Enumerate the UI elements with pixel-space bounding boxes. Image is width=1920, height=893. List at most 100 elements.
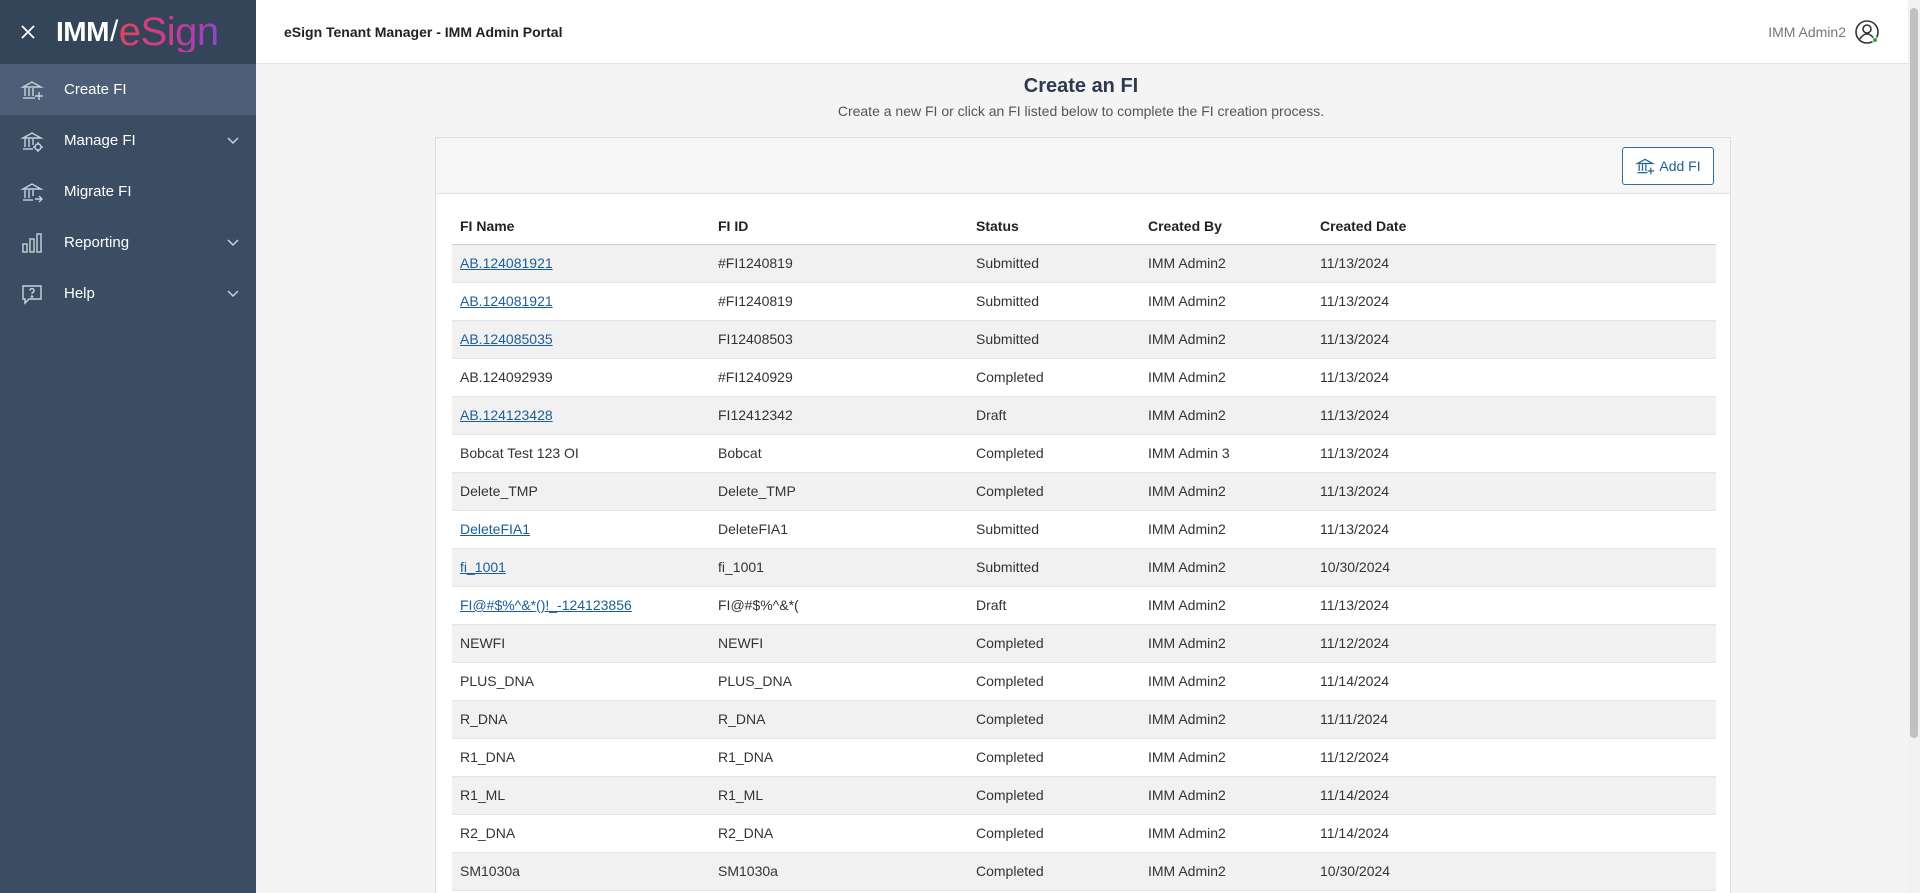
cell-fi-id: Bobcat <box>710 434 968 473</box>
table-row[interactable]: R_DNA R_DNA Completed IMM Admin2 11/11/2024 <box>452 700 1716 739</box>
sidebar-item-manage-fi[interactable]: Manage FI <box>0 115 256 166</box>
cell-created-by: IMM Admin2 <box>1140 472 1312 511</box>
cell-status: Submitted <box>968 244 1140 283</box>
cell-fi-name: AB.124085035 <box>452 320 710 359</box>
close-menu-button[interactable] <box>0 0 56 64</box>
cell-created-date: 11/13/2024 <box>1312 320 1716 359</box>
cell-created-by: IMM Admin 3 <box>1140 434 1312 473</box>
table-row[interactable]: NEWFI NEWFI Completed IMM Admin2 11/12/2024 <box>452 624 1716 663</box>
fi-name-link[interactable]: AB.124081921 <box>460 255 553 271</box>
cell-status: Completed <box>968 472 1140 511</box>
scrollbar-thumb[interactable] <box>1910 8 1918 738</box>
cell-status: Submitted <box>968 282 1140 321</box>
cell-fi-name: DeleteFIA1 <box>452 510 710 549</box>
cell-created-date: 11/12/2024 <box>1312 738 1716 777</box>
cell-created-by: IMM Admin2 <box>1140 282 1312 321</box>
table-row[interactable]: AB.124081921 #FI1240819 Submitted IMM Admin… <box>452 282 1716 321</box>
sidebar-item-label: Manage FI <box>64 132 136 149</box>
fi-name-link[interactable]: DeleteFIA1 <box>460 521 530 537</box>
cell-fi-name: Bobcat Test 123 OI <box>452 434 710 473</box>
cell-created-by: IMM Admin2 <box>1140 548 1312 587</box>
bank-plus-icon <box>1635 158 1656 175</box>
bank-plus-icon <box>20 78 44 102</box>
cell-fi-id: Delete_TMP <box>710 472 968 511</box>
cell-fi-id: FI12412342 <box>710 396 968 435</box>
column-header-fi-id[interactable]: FI ID <box>710 208 968 245</box>
table-row[interactable]: FI@#$%^&*()!_-124123856 FI@#$%^&*(Draft IM… <box>452 586 1716 625</box>
chevron-down-icon <box>227 137 239 145</box>
cell-created-date: 11/13/2024 <box>1312 282 1716 321</box>
table-row[interactable]: SM1030a SM1030a Completed IMM Admin2 10/30/2… <box>452 852 1716 891</box>
cell-created-by: IMM Admin2 <box>1140 624 1312 663</box>
table-row[interactable]: AB.124092939 #FI1240929 Completed IMM Admin… <box>452 358 1716 397</box>
cell-created-by: IMM Admin2 <box>1140 244 1312 283</box>
user-menu[interactable]: IMM Admin2 <box>1768 0 1880 64</box>
logo-imm-text: IMM <box>56 16 109 47</box>
column-header-status[interactable]: Status <box>968 208 1140 245</box>
cell-created-date: 11/14/2024 <box>1312 662 1716 701</box>
cell-created-date: 11/14/2024 <box>1312 776 1716 815</box>
sidebar-item-migrate-fi[interactable]: Migrate FI <box>0 166 256 217</box>
table-row[interactable]: fi_1001 fi_1001 Submitted IMM Admin2 10/30/2… <box>452 548 1716 587</box>
scrollbar[interactable] <box>1908 0 1920 893</box>
cell-fi-name: R1_DNA <box>452 738 710 777</box>
table-row[interactable]: AB.124081921 #FI1240819 Submitted IMM Admin… <box>452 244 1716 283</box>
cell-created-date: 10/30/2024 <box>1312 548 1716 587</box>
cell-created-date: 11/14/2024 <box>1312 814 1716 853</box>
table-row[interactable]: R2_DNA R2_DNA Completed IMM Admin2 11/14/202… <box>452 814 1716 853</box>
table-row[interactable]: Delete_TMP Delete_TMP Completed IMM Admin2 1… <box>452 472 1716 511</box>
table-row[interactable]: R1_ML R1_ML Completed IMM Admin2 11/14/2024 <box>452 776 1716 815</box>
cell-fi-id: R1_ML <box>710 776 968 815</box>
cell-fi-name: NEWFI <box>452 624 710 663</box>
cell-created-date: 11/13/2024 <box>1312 510 1716 549</box>
column-header-created-by[interactable]: Created By <box>1140 208 1312 245</box>
table-row[interactable]: AB.124085035 FI12408503 Submitted IMM Admin… <box>452 320 1716 359</box>
table-header-row: FI Name FI ID Status Created By Created … <box>452 208 1716 245</box>
cell-created-by: IMM Admin2 <box>1140 852 1312 891</box>
cell-status: Submitted <box>968 548 1140 587</box>
fi-name-link[interactable]: AB.124123428 <box>460 407 553 423</box>
cell-fi-id: #FI1240819 <box>710 282 968 321</box>
fi-name-link[interactable]: AB.124085035 <box>460 331 553 347</box>
table-row[interactable]: R1_DNA R1_DNA Completed IMM Admin2 11/12/202… <box>452 738 1716 777</box>
cell-fi-id: SM1030a <box>710 852 968 891</box>
sidebar-item-create-fi[interactable]: Create FI <box>0 64 256 115</box>
table-row[interactable]: DeleteFIA1 DeleteFIA1 Submitted IMM Admin2 1… <box>452 510 1716 549</box>
fi-name-link[interactable]: AB.124081921 <box>460 293 553 309</box>
main-content: Create an FI Create a new FI or click an… <box>256 65 1908 893</box>
bank-arrow-icon <box>20 180 44 204</box>
cell-created-by: IMM Admin2 <box>1140 320 1312 359</box>
cell-status: Completed <box>968 700 1140 739</box>
table-row[interactable]: Bobcat Test 123 OI Bobcat Completed IMM Adm… <box>452 434 1716 473</box>
cell-status: Completed <box>968 434 1140 473</box>
table-row[interactable]: AB.124123428 FI12412342 Draft IMM Admin2 11/… <box>452 396 1716 435</box>
sidebar: IMM / eSign Create FI Manage FI Migrate … <box>0 0 256 893</box>
cell-fi-name: FI@#$%^&*()!_-124123856 <box>452 586 710 625</box>
cell-status: Draft <box>968 586 1140 625</box>
table-row[interactable]: PLUS_DNA PLUS_DNA Completed IMM Admin2 11/14… <box>452 662 1716 701</box>
cell-created-by: IMM Admin2 <box>1140 662 1312 701</box>
cell-fi-id: DeleteFIA1 <box>710 510 968 549</box>
sidebar-item-label: Migrate FI <box>64 183 132 200</box>
sidebar-item-label: Reporting <box>64 234 130 251</box>
cell-status: Draft <box>968 396 1140 435</box>
fi-name-link[interactable]: FI@#$%^&*()!_-124123856 <box>460 597 632 613</box>
cell-status: Submitted <box>968 510 1140 549</box>
cell-created-by: IMM Admin2 <box>1140 396 1312 435</box>
cell-fi-name: R1_ML <box>452 776 710 815</box>
cell-status: Completed <box>968 662 1140 701</box>
cell-created-date: 10/30/2024 <box>1312 852 1716 891</box>
cell-fi-id: FI12408503 <box>710 320 968 359</box>
add-fi-button[interactable]: Add FI <box>1622 147 1714 185</box>
cell-fi-id: R2_DNA <box>710 814 968 853</box>
cell-created-date: 11/13/2024 <box>1312 396 1716 435</box>
column-header-fi-name[interactable]: FI Name <box>452 208 710 245</box>
column-header-created-date[interactable]: Created Date <box>1312 208 1716 245</box>
cell-created-date: 11/13/2024 <box>1312 358 1716 397</box>
sidebar-item-label: Create FI <box>64 81 127 98</box>
sidebar-item-reporting[interactable]: Reporting <box>0 217 256 268</box>
sidebar-header: IMM / eSign <box>0 0 256 64</box>
fi-name-link[interactable]: fi_1001 <box>460 559 506 575</box>
user-account-icon <box>1855 20 1879 44</box>
sidebar-item-help[interactable]: Help <box>0 268 256 319</box>
